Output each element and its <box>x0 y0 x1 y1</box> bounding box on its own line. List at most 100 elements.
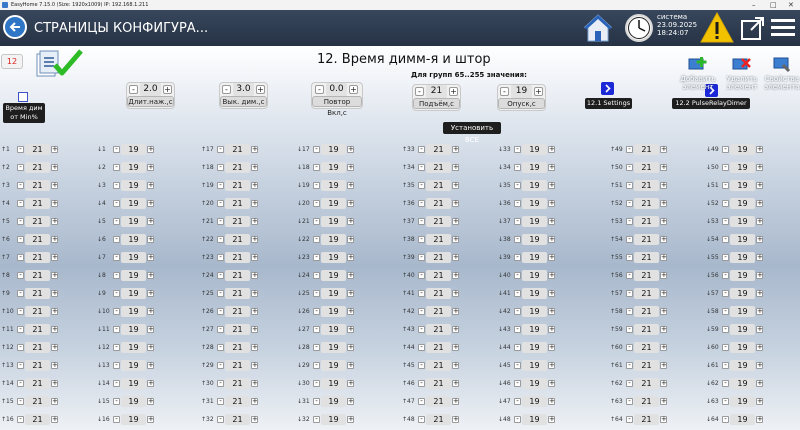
increment-button[interactable]: + <box>449 87 458 96</box>
increment-button[interactable]: + <box>51 344 58 351</box>
decrement-button[interactable]: - <box>514 146 521 153</box>
increment-button[interactable]: + <box>756 200 763 207</box>
channel-time-stepper[interactable]: -19 + <box>113 198 154 209</box>
channel-time-value[interactable]: 19 <box>321 378 346 389</box>
decrement-button[interactable]: - <box>722 416 729 423</box>
channel-time-stepper[interactable]: -21 + <box>418 288 459 299</box>
channel-time-stepper[interactable]: -19 + <box>514 360 555 371</box>
increment-button[interactable]: + <box>347 362 354 369</box>
channel-time-value[interactable]: 21 <box>426 234 451 245</box>
channel-time-value[interactable]: 19 <box>522 216 547 227</box>
channel-time-value[interactable]: 19 <box>121 360 146 371</box>
channel-time-stepper[interactable]: -19 + <box>113 234 154 245</box>
decrement-button[interactable]: - <box>722 200 729 207</box>
increment-button[interactable]: + <box>251 146 258 153</box>
dim-off-value[interactable]: 3.0 <box>233 83 254 96</box>
increment-button[interactable]: + <box>347 182 354 189</box>
channel-time-value[interactable]: 21 <box>25 234 50 245</box>
channel-time-value[interactable]: 19 <box>730 396 755 407</box>
increment-button[interactable]: + <box>147 308 154 315</box>
increment-button[interactable]: + <box>548 236 555 243</box>
increment-button[interactable]: + <box>660 272 667 279</box>
decrement-button[interactable]: - <box>626 218 633 225</box>
channel-time-stepper[interactable]: -19 + <box>722 234 763 245</box>
increment-button[interactable]: + <box>548 218 555 225</box>
channel-time-stepper[interactable]: -19 + <box>113 216 154 227</box>
increment-button[interactable]: + <box>147 398 154 405</box>
channel-time-stepper[interactable]: -19 + <box>514 234 555 245</box>
channel-time-value[interactable]: 21 <box>426 378 451 389</box>
increment-button[interactable]: + <box>452 146 459 153</box>
channel-time-value[interactable]: 21 <box>25 252 50 263</box>
channel-time-stepper[interactable]: -21 + <box>17 162 58 173</box>
channel-time-value[interactable]: 21 <box>426 306 451 317</box>
decrement-button[interactable]: - <box>217 164 224 171</box>
increment-button[interactable]: + <box>756 254 763 261</box>
channel-time-stepper[interactable]: -19 + <box>722 396 763 407</box>
increment-button[interactable]: + <box>660 182 667 189</box>
channel-time-value[interactable]: 19 <box>121 324 146 335</box>
increment-button[interactable]: + <box>251 290 258 297</box>
channel-time-value[interactable]: 19 <box>730 144 755 155</box>
decrement-button[interactable]: - <box>313 200 320 207</box>
channel-time-stepper[interactable]: -19 + <box>722 360 763 371</box>
channel-time-value[interactable]: 21 <box>225 378 250 389</box>
increment-button[interactable]: + <box>660 326 667 333</box>
increment-button[interactable]: + <box>251 362 258 369</box>
channel-time-stepper[interactable]: -19 + <box>722 378 763 389</box>
decrement-button[interactable]: - <box>17 164 24 171</box>
channel-time-stepper[interactable]: -21 + <box>217 198 258 209</box>
channel-time-value[interactable]: 19 <box>730 306 755 317</box>
channel-time-value[interactable]: 21 <box>634 162 659 173</box>
decrement-button[interactable]: - <box>113 308 120 315</box>
decrement-button[interactable]: - <box>17 326 24 333</box>
increment-button[interactable]: + <box>452 236 459 243</box>
increment-button[interactable]: + <box>147 416 154 423</box>
channel-time-value[interactable]: 21 <box>225 144 250 155</box>
decrement-button[interactable]: - <box>514 398 521 405</box>
channel-time-stepper[interactable]: -21 + <box>626 180 667 191</box>
channel-time-stepper[interactable]: -21 + <box>626 162 667 173</box>
increment-button[interactable]: + <box>452 182 459 189</box>
decrement-button[interactable]: - <box>113 326 120 333</box>
decrement-button[interactable]: - <box>17 218 24 225</box>
decrement-button[interactable]: - <box>514 218 521 225</box>
channel-time-stepper[interactable]: -19 + <box>313 324 354 335</box>
decrement-button[interactable]: - <box>626 236 633 243</box>
decrement-button[interactable]: - <box>418 362 425 369</box>
increment-button[interactable]: + <box>347 380 354 387</box>
decrement-button[interactable]: - <box>113 236 120 243</box>
channel-time-stepper[interactable]: -19 + <box>722 144 763 155</box>
increment-button[interactable]: + <box>347 200 354 207</box>
channel-time-stepper[interactable]: -21 + <box>217 324 258 335</box>
increment-button[interactable]: + <box>548 362 555 369</box>
channel-time-value[interactable]: 19 <box>522 414 547 425</box>
channel-time-value[interactable]: 19 <box>321 306 346 317</box>
increment-button[interactable]: + <box>756 218 763 225</box>
decrement-button[interactable]: - <box>418 254 425 261</box>
increment-button[interactable]: + <box>349 85 358 94</box>
channel-time-stepper[interactable]: -21 + <box>17 234 58 245</box>
decrement-button[interactable]: - <box>418 416 425 423</box>
decrement-button[interactable]: - <box>514 344 521 351</box>
channel-time-stepper[interactable]: -21 + <box>626 414 667 425</box>
increment-button[interactable]: + <box>251 272 258 279</box>
channel-time-stepper[interactable]: -21 + <box>217 288 258 299</box>
increment-button[interactable]: + <box>51 290 58 297</box>
pulse-relay-link[interactable]: 12.2 PulseRelayDimer <box>672 98 750 109</box>
increment-button[interactable]: + <box>452 398 459 405</box>
channel-time-value[interactable]: 21 <box>225 306 250 317</box>
decrement-button[interactable]: - <box>17 254 24 261</box>
channel-time-value[interactable]: 21 <box>634 234 659 245</box>
channel-time-value[interactable]: 19 <box>321 216 346 227</box>
channel-time-value[interactable]: 19 <box>730 360 755 371</box>
increment-button[interactable]: + <box>548 182 555 189</box>
lower-time-value[interactable]: 19 <box>511 85 532 98</box>
channel-time-value[interactable]: 21 <box>426 198 451 209</box>
channel-time-value[interactable]: 19 <box>121 288 146 299</box>
set-all-button[interactable]: Установить ВСЕ <box>443 122 501 144</box>
increment-button[interactable]: + <box>347 164 354 171</box>
increment-button[interactable]: + <box>660 344 667 351</box>
increment-button[interactable]: + <box>251 164 258 171</box>
increment-button[interactable]: + <box>548 416 555 423</box>
